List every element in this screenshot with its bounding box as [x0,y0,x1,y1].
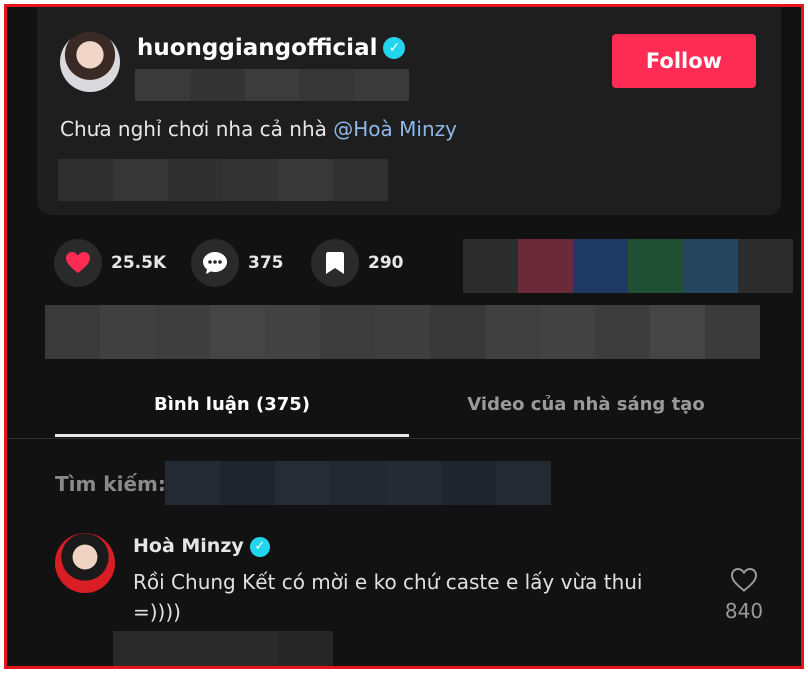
creator-username[interactable]: huonggiangofficial ✓ [137,35,406,61]
comment-like-button[interactable]: 840 [717,567,771,623]
caption-mention-link[interactable]: @Hoà Minzy [333,117,457,141]
app-frame: huonggiangofficial ✓ Follow Chưa nghỉ chơ… [4,4,804,669]
redacted-link-bar [45,305,760,359]
username-text: huonggiangofficial [137,35,378,61]
search-label: Tìm kiếm: [55,472,166,496]
heart-outline-icon[interactable] [730,567,758,593]
like-count: 25.5K [111,253,167,273]
redacted-search-field[interactable] [165,461,551,505]
redacted-share-icons [463,239,793,293]
verified-badge-icon: ✓ [249,537,270,557]
save-count: 290 [368,253,404,273]
creator-avatar[interactable] [60,32,120,92]
commenter-name[interactable]: Hoà Minzy ✓ [133,535,270,557]
redacted-music [58,159,388,201]
post-caption: Chưa nghỉ chơi nha cả nhà @Hoà Minzy [60,117,457,141]
comment-stat[interactable]: 375 [191,239,284,287]
heart-icon[interactable] [54,239,102,287]
save-stat[interactable]: 290 [311,239,404,287]
tab-comments[interactable]: Bình luận (375) [55,394,409,415]
caption-text: Chưa nghỉ chơi nha cả nhà [60,117,334,141]
tab-creator-videos[interactable]: Video của nhà sáng tạo [409,394,763,415]
active-tab-underline [55,434,409,437]
follow-button[interactable]: Follow [612,34,756,88]
comment-bubble-icon[interactable] [191,239,239,287]
commenter-name-text: Hoà Minzy [133,535,244,557]
like-stat[interactable]: 25.5K [54,239,166,287]
comment-like-count: 840 [724,599,764,623]
commenter-avatar[interactable] [55,533,115,593]
comment-count: 375 [248,253,284,273]
redacted-comment-meta [113,631,333,666]
comment-text: Rồi Chung Kết có mời e ko chứ caste e lấ… [133,570,643,624]
verified-badge-icon: ✓ [383,37,406,59]
bookmark-icon[interactable] [311,239,359,287]
redacted-nickname [135,69,409,101]
comment-tabs: Bình luận (375) Video của nhà sáng tạo [7,382,801,439]
